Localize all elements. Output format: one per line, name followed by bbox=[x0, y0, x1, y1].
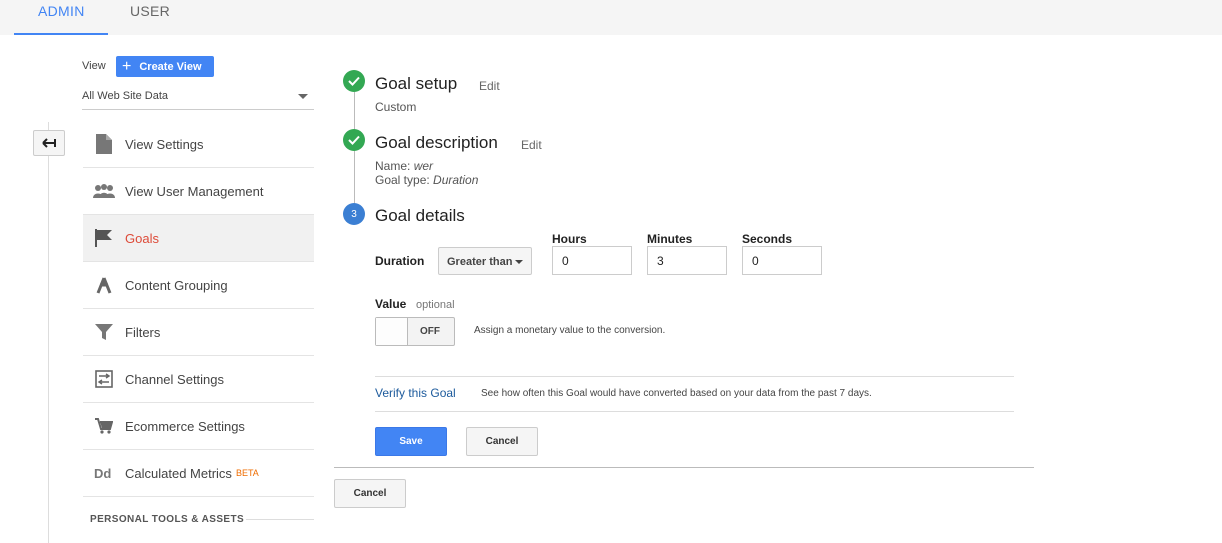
back-button[interactable] bbox=[33, 130, 65, 156]
sidebar-item-label: Filters bbox=[125, 324, 161, 340]
goal-setup-value: Custom bbox=[375, 100, 417, 114]
hours-label: Hours bbox=[552, 232, 587, 246]
sidebar-item-calculated-metrics[interactable]: Dd Calculated Metrics BETA bbox=[83, 450, 314, 497]
sidebar-item-ecommerce-settings[interactable]: Ecommerce Settings bbox=[83, 403, 314, 450]
admin-tabbar: ADMIN USER bbox=[0, 0, 1222, 35]
value-toggle-description: Assign a monetary value to the conversio… bbox=[474, 325, 666, 336]
goal-description-title: Goal description bbox=[375, 133, 498, 152]
sidebar-item-channel-settings[interactable]: Channel Settings bbox=[83, 356, 314, 403]
outer-cancel-button[interactable]: Cancel bbox=[334, 479, 406, 508]
step-number-badge: 3 bbox=[343, 203, 365, 225]
toggle-knob bbox=[376, 318, 408, 345]
sidebar-item-label: Ecommerce Settings bbox=[125, 418, 245, 434]
dd-icon: Dd bbox=[83, 466, 125, 480]
goal-setup-title: Goal setup bbox=[375, 74, 458, 93]
comparison-value: Greater than bbox=[447, 256, 513, 268]
check-icon bbox=[343, 70, 365, 92]
goal-name-label: Name: bbox=[375, 159, 411, 173]
tab-admin[interactable]: ADMIN bbox=[14, 0, 108, 35]
arrow-left-icon bbox=[42, 138, 56, 148]
create-view-button[interactable]: + Create View bbox=[116, 56, 214, 77]
sidebar-item-label: Calculated Metrics bbox=[125, 465, 232, 481]
view-select-value: All Web Site Data bbox=[82, 90, 169, 102]
filter-icon bbox=[83, 324, 125, 340]
divider bbox=[375, 411, 1014, 412]
sidebar-item-label: View Settings bbox=[125, 136, 204, 152]
sidebar-item-goals[interactable]: Goals bbox=[83, 215, 314, 262]
svg-text:Dd: Dd bbox=[94, 466, 111, 480]
save-button[interactable]: Save bbox=[375, 427, 447, 456]
minutes-input[interactable] bbox=[647, 246, 727, 275]
caret-down-icon bbox=[515, 260, 523, 264]
section-title-personal-tools: PERSONAL TOOLS & ASSETS bbox=[90, 514, 245, 525]
goal-name-row: Name: wer bbox=[375, 159, 433, 173]
sidebar-item-filters[interactable]: Filters bbox=[83, 309, 314, 356]
goal-name-value: wer bbox=[413, 159, 434, 173]
value-toggle[interactable]: OFF bbox=[375, 317, 455, 346]
seconds-label: Seconds bbox=[742, 232, 793, 246]
minutes-label: Minutes bbox=[647, 232, 693, 246]
sidebar-item-view-user-management[interactable]: View User Management bbox=[83, 168, 314, 215]
grouping-icon bbox=[83, 276, 125, 294]
sidebar-connector-line bbox=[48, 122, 49, 543]
goal-type-label: Goal type: bbox=[375, 173, 430, 187]
check-icon bbox=[343, 129, 365, 151]
create-view-label: Create View bbox=[139, 60, 202, 73]
goal-description-edit-link[interactable]: Edit bbox=[521, 138, 542, 152]
view-sidebar-nav: View Settings View User Management Goals… bbox=[83, 121, 314, 497]
goal-setup-edit-link[interactable]: Edit bbox=[479, 79, 500, 93]
caret-down-icon bbox=[298, 94, 308, 99]
cart-icon bbox=[83, 418, 125, 434]
verify-goal-description: See how often this Goal would have conve… bbox=[481, 388, 872, 399]
seconds-input[interactable] bbox=[742, 246, 822, 275]
goal-type-row: Goal type: Duration bbox=[375, 173, 478, 187]
value-optional-hint: optional bbox=[416, 299, 455, 311]
divider bbox=[334, 467, 1034, 468]
view-label: View bbox=[82, 60, 106, 72]
document-icon bbox=[83, 134, 125, 154]
people-icon bbox=[83, 184, 125, 198]
duration-label: Duration bbox=[375, 254, 425, 268]
sidebar-item-label: View User Management bbox=[125, 183, 264, 199]
goal-type-value: Duration bbox=[433, 173, 479, 187]
plus-icon: + bbox=[122, 57, 132, 75]
flag-icon bbox=[83, 229, 125, 247]
verify-goal-link[interactable]: Verify this Goal bbox=[375, 386, 456, 400]
value-label: Value bbox=[375, 297, 407, 311]
goal-details-title: Goal details bbox=[375, 206, 465, 225]
sidebar-item-label: Content Grouping bbox=[125, 277, 228, 293]
view-select[interactable]: All Web Site Data bbox=[82, 86, 314, 110]
tab-user[interactable]: USER bbox=[130, 0, 170, 35]
hours-input[interactable] bbox=[552, 246, 632, 275]
toggle-state: OFF bbox=[420, 326, 440, 337]
sidebar-item-label: Channel Settings bbox=[125, 371, 225, 387]
sidebar-item-label: Goals bbox=[125, 230, 159, 246]
comparison-dropdown[interactable]: Greater than bbox=[438, 247, 532, 275]
channel-icon bbox=[83, 370, 125, 388]
section-divider bbox=[246, 519, 314, 520]
sidebar-item-view-settings[interactable]: View Settings bbox=[83, 121, 314, 168]
divider bbox=[375, 376, 1014, 377]
beta-badge: BETA bbox=[235, 468, 259, 478]
cancel-button[interactable]: Cancel bbox=[466, 427, 538, 456]
sidebar-item-content-grouping[interactable]: Content Grouping bbox=[83, 262, 314, 309]
